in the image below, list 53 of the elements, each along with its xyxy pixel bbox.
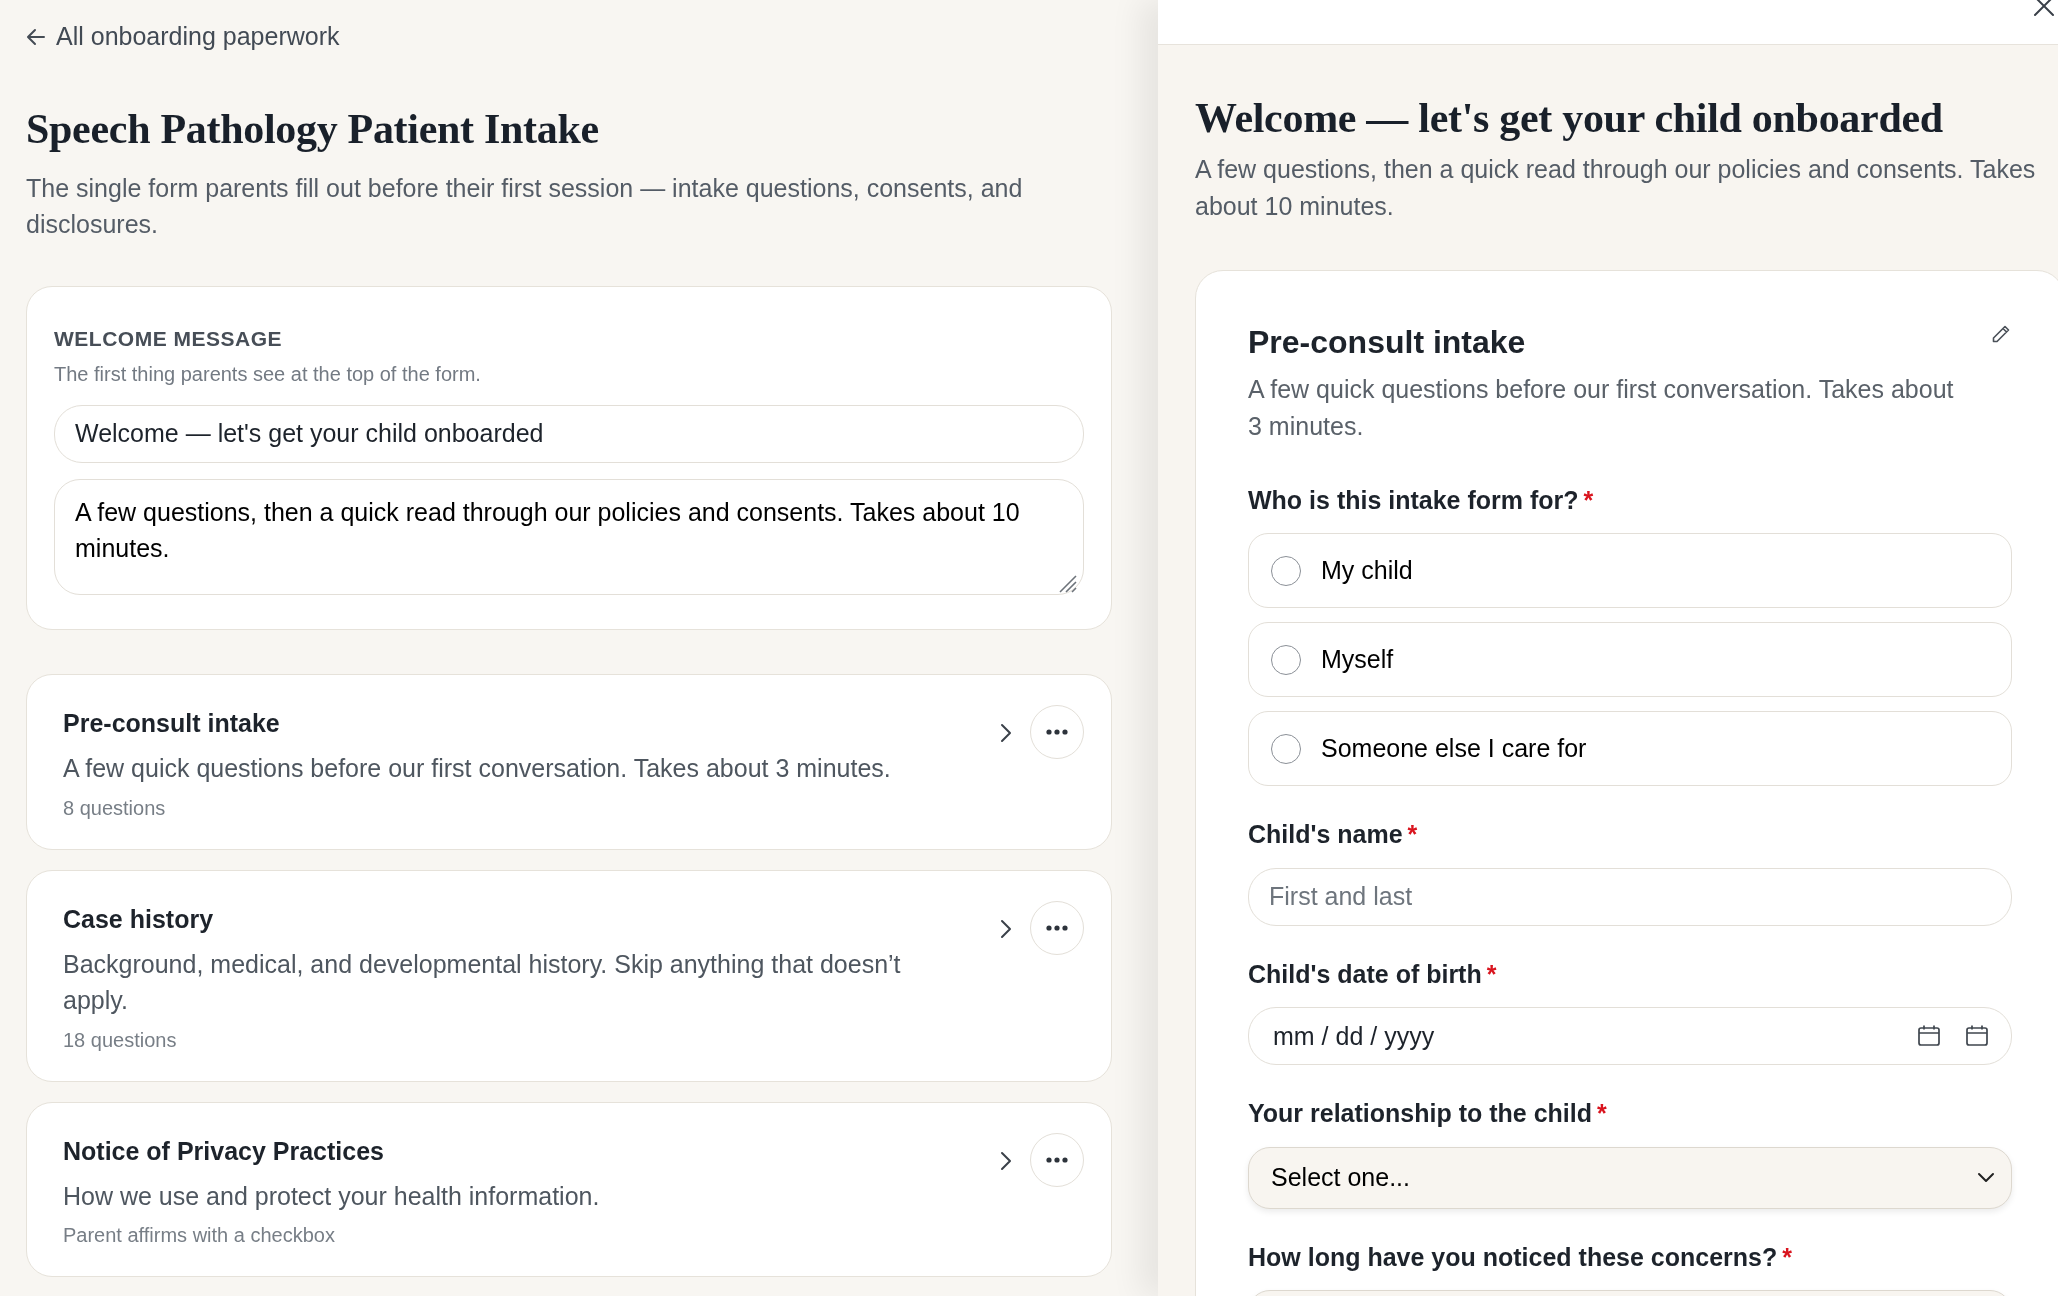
section-title: Case history: [63, 903, 215, 935]
question-label: Child's name: [1248, 820, 1403, 849]
required-asterisk: *: [1597, 1099, 1607, 1128]
question-label: Child's date of birth: [1248, 959, 1482, 988]
more-dots-icon: [1046, 728, 1068, 735]
question-label: Your relationship to the child: [1248, 1099, 1592, 1128]
chevron-right-icon: [998, 1150, 1014, 1171]
section-title: Notice of Privacy Practices: [63, 1135, 385, 1167]
more-dots-icon: [1046, 1156, 1068, 1163]
more-dots-icon: [1046, 924, 1068, 931]
section-description: Background, medical, and developmental history. Skip anything that doesn’t apply.: [63, 949, 902, 1017]
back-link[interactable]: All onboarding paperwork: [26, 18, 340, 56]
chevron-down-icon: [1977, 1172, 1995, 1184]
chevron-right-icon: [998, 722, 1014, 743]
section-heading: WELCOME MESSAGE: [54, 326, 283, 353]
radio-option[interactable]: My child: [1248, 533, 2012, 609]
radio-option[interactable]: Myself: [1248, 622, 2012, 698]
open-section-button[interactable]: [998, 918, 1014, 939]
question-label: How long have you noticed these concerns?: [1248, 1242, 1778, 1271]
calendar-icon[interactable]: [1917, 1024, 1941, 1049]
more-options-button[interactable]: [1030, 704, 1084, 759]
text-field[interactable]: First and last: [1248, 867, 2012, 926]
page-subtitle: The single form parents fill out before their first session — intake questions, consents, and disclosures.: [26, 172, 1024, 241]
more-options-button[interactable]: [1030, 1132, 1084, 1187]
section-title: Pre-consult intake: [1248, 322, 1526, 362]
section-title: Pre-consult intake: [63, 707, 281, 739]
open-section-button[interactable]: [998, 722, 1014, 743]
select-field[interactable]: Select one...: [1248, 1146, 2012, 1209]
calendar-icon[interactable]: [1965, 1024, 1989, 1049]
required-asterisk: *: [1782, 1242, 1792, 1271]
radio-option[interactable]: Someone else I care for: [1248, 711, 2012, 787]
form-title: Welcome — let's get your child onboarded: [1195, 94, 1944, 143]
back-arrow-icon: [26, 26, 46, 47]
chevron-right-icon: [998, 918, 1014, 939]
section-description: A few quick questions before our first conversation. Takes about 3 minutes.: [1248, 374, 1955, 442]
question-label: Who is this intake form for?: [1248, 485, 1579, 514]
required-asterisk: *: [1486, 959, 1497, 988]
close-icon: [2032, 0, 2056, 18]
message-field[interactable]: A few questions, then a quick read through our policies and consents. Takes about 10 minutes.: [54, 478, 1084, 595]
required-asterisk: *: [1407, 820, 1418, 849]
page-title: Speech Pathology Patient Intake: [26, 104, 600, 154]
section-description: A few quick questions before our first conversation. Takes about 3 minutes.: [63, 753, 892, 785]
required-asterisk: *: [1583, 485, 1594, 514]
title-field[interactable]: Welcome — let's get your child onboarded: [54, 404, 1084, 463]
helper-text: The first thing parents see at the top of the form.: [54, 361, 482, 387]
more-options-button[interactable]: [1030, 900, 1084, 955]
question-count: 18 questions: [63, 1027, 178, 1053]
question-count: Parent affirms with a checkbox: [63, 1223, 336, 1249]
section-description: How we use and protect your health information.: [63, 1181, 601, 1213]
question-count: 8 questions: [63, 795, 167, 821]
open-section-button[interactable]: [998, 1150, 1014, 1171]
date-field[interactable]: mm / dd / yyyy: [1248, 1007, 2012, 1066]
form-subtitle: A few questions, then a quick read through our policies and consents. Takes about 10 minutes.: [1195, 154, 2037, 222]
